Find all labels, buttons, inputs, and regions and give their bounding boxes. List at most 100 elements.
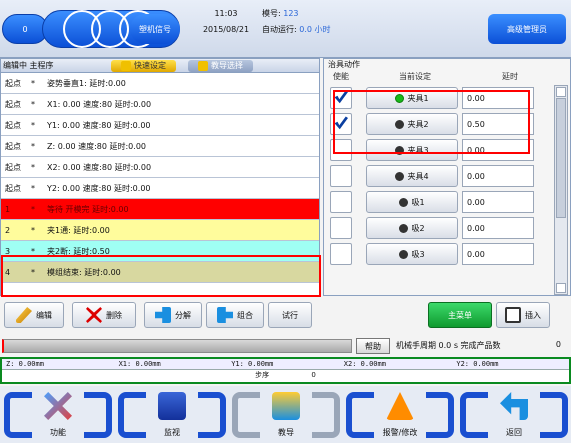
program-panel: 编辑中 主程序 快速设定 教导选择 起点 * 姿势垂直1: 延时:0.00 起点 * X…	[0, 58, 321, 297]
program-row[interactable]: 起点 * X1: 0.00 速度:80 延时:0.00	[1, 94, 319, 115]
row-step: 起点	[5, 120, 21, 130]
enable-checkbox[interactable]	[330, 243, 352, 265]
row-marker: *	[31, 99, 35, 109]
split-button[interactable]: 分解	[144, 302, 202, 328]
fixture-scrollbar[interactable]	[554, 85, 568, 295]
merge-icon	[217, 307, 233, 323]
top-bar: 0 塑机信号 11:03 2015/08/21 模号: 123 自动运行: 0.…	[0, 0, 571, 58]
edit-label: 编辑	[36, 310, 52, 320]
status-bar: 帮助 机械手周期 0.0 s 完成产品数 0	[0, 336, 571, 356]
row-marker: *	[31, 183, 35, 193]
plastic-machine-signal-button[interactable]: 塑机信号	[130, 14, 180, 44]
teach-icon	[272, 392, 300, 420]
row-marker: *	[31, 225, 35, 235]
nav-function[interactable]: 功能	[4, 388, 112, 442]
fixture-toggle-button[interactable]: 夹具2	[366, 113, 458, 135]
nav-alarm[interactable]: 报警/修改	[346, 388, 454, 442]
delay-input[interactable]: 0.00	[462, 191, 534, 213]
scroll-down-icon[interactable]	[556, 283, 566, 293]
main-menu-label: 主菜单	[448, 310, 472, 320]
pencil-icon	[121, 60, 131, 71]
row-step: 3	[5, 246, 11, 256]
fixture-row: 夹具4 0.00	[324, 163, 556, 189]
fixture-row: 夹具3 0.00	[324, 137, 556, 163]
fixture-toggle-button[interactable]: 夹具1	[366, 87, 458, 109]
fixture-toggle-button[interactable]: 夹具4	[366, 165, 458, 187]
merge-button[interactable]: 组合	[206, 302, 264, 328]
bottom-navigation: 功能 监视 教导 报警/修改 返回	[0, 386, 571, 443]
nav-back[interactable]: 返回	[460, 388, 568, 442]
enable-checkbox[interactable]	[330, 191, 352, 213]
row-text: X1: 0.00 速度:80 延时:0.00	[47, 99, 152, 109]
row-step: 1	[5, 204, 11, 214]
model-value: 123	[283, 9, 299, 18]
coord-x2: X2: 0.00mm	[343, 360, 386, 368]
delay-input[interactable]: 0.00	[462, 165, 534, 187]
row-step: 起点	[5, 78, 21, 88]
main-menu-button[interactable]: 主菜单	[428, 302, 492, 328]
program-row[interactable]: 起点 * 姿势垂直1: 延时:0.00	[1, 73, 319, 94]
program-row[interactable]: 1 * 等待 开模完 延时:0.00	[1, 199, 319, 220]
row-text: 姿势垂直1: 延时:0.00	[47, 78, 126, 88]
nav-label: 功能	[50, 428, 66, 437]
program-row[interactable]: 起点 * Y1: 0.00 速度:80 延时:0.00	[1, 115, 319, 136]
help-button[interactable]: 帮助	[356, 338, 390, 354]
fixture-label: 夹具2	[407, 119, 429, 129]
delay-input[interactable]: 0.00	[462, 87, 534, 109]
fixture-row: 夹具2 0.50	[324, 111, 556, 137]
enable-checkbox[interactable]	[330, 217, 352, 239]
fixture-label: 夹具1	[407, 93, 429, 103]
col-enable: 使能	[333, 72, 349, 81]
delay-input[interactable]: 0.50	[462, 113, 534, 135]
coord-z: Z: 0.00mm	[6, 360, 44, 368]
fixture-list: 夹具1 0.00 夹具2 0.50 夹具3 0.00 夹具4 0.00 吸1 0.00 吸…	[324, 85, 556, 267]
enable-checkbox[interactable]	[330, 113, 352, 135]
fixture-label: 夹具4	[407, 171, 429, 181]
delay-input[interactable]: 0.00	[462, 243, 534, 265]
program-row[interactable]: 起点 * Z: 0.00 速度:80 延时:0.00	[1, 136, 319, 157]
cycle-label: 机械手周期	[396, 341, 436, 350]
program-row[interactable]: 3 * 夹2断: 延时:0.50	[1, 241, 319, 262]
nav-teach[interactable]: 教导	[232, 388, 340, 442]
program-title: 编辑中 主程序	[3, 61, 54, 70]
fixture-toggle-button[interactable]: 夹具3	[366, 139, 458, 161]
row-step: 起点	[5, 162, 21, 172]
scroll-up-icon[interactable]	[556, 87, 566, 97]
enable-checkbox[interactable]	[330, 87, 352, 109]
cycle-info: 机械手周期 0.0 s 完成产品数	[396, 340, 501, 351]
nav-monitor[interactable]: 监视	[118, 388, 226, 442]
teach-select-label: 教导选择	[211, 61, 243, 70]
program-row[interactable]: 起点 * X2: 0.00 速度:80 延时:0.00	[1, 157, 319, 178]
finished-count: 0	[555, 340, 561, 349]
delay-input[interactable]: 0.00	[462, 217, 534, 239]
help-label: 帮助	[365, 341, 381, 351]
delete-button[interactable]: 删除	[72, 302, 136, 328]
delay-input[interactable]: 0.00	[462, 139, 534, 161]
program-list: 起点 * 姿势垂直1: 延时:0.00 起点 * X1: 0.00 速度:80 延时:0…	[1, 73, 319, 283]
program-row[interactable]: 2 * 夹1通: 延时:0.00	[1, 220, 319, 241]
fixture-label: 吸3	[411, 249, 425, 259]
scroll-thumb[interactable]	[556, 98, 566, 218]
clock-time: 11:03	[214, 9, 238, 18]
edit-button[interactable]: 编辑	[4, 302, 64, 328]
fixture-toggle-button[interactable]: 吸2	[366, 217, 458, 239]
enable-checkbox[interactable]	[330, 139, 352, 161]
nav-label: 报警/修改	[382, 428, 418, 437]
program-row[interactable]: 4 * 模组结束: 延时:0.00	[1, 262, 319, 283]
quick-set-button[interactable]: 快速设定	[111, 59, 176, 72]
status-value: 0	[22, 24, 28, 34]
fixture-label: 吸2	[411, 223, 425, 233]
fixture-panel: 治具动作 使能 当前设定 延时 夹具1 0.00 夹具2 0.50 夹具3 0.00 …	[323, 58, 571, 296]
row-marker: *	[31, 78, 35, 88]
insert-button[interactable]: 插入	[496, 302, 550, 328]
teach-select-button[interactable]: 教导选择	[188, 59, 253, 72]
row-text: 夹2断: 延时:0.50	[47, 246, 110, 256]
fixture-toggle-button[interactable]: 吸3	[366, 243, 458, 265]
test-run-button[interactable]: 试行	[268, 302, 312, 328]
row-marker: *	[31, 120, 35, 130]
fixture-toggle-button[interactable]: 吸1	[366, 191, 458, 213]
program-row[interactable]: 起点 * Y2: 0.00 速度:80 延时:0.00	[1, 178, 319, 199]
enable-checkbox[interactable]	[330, 165, 352, 187]
coord-x1: X1: 0.00mm	[118, 360, 161, 368]
admin-button[interactable]: 高级管理员	[488, 14, 566, 44]
